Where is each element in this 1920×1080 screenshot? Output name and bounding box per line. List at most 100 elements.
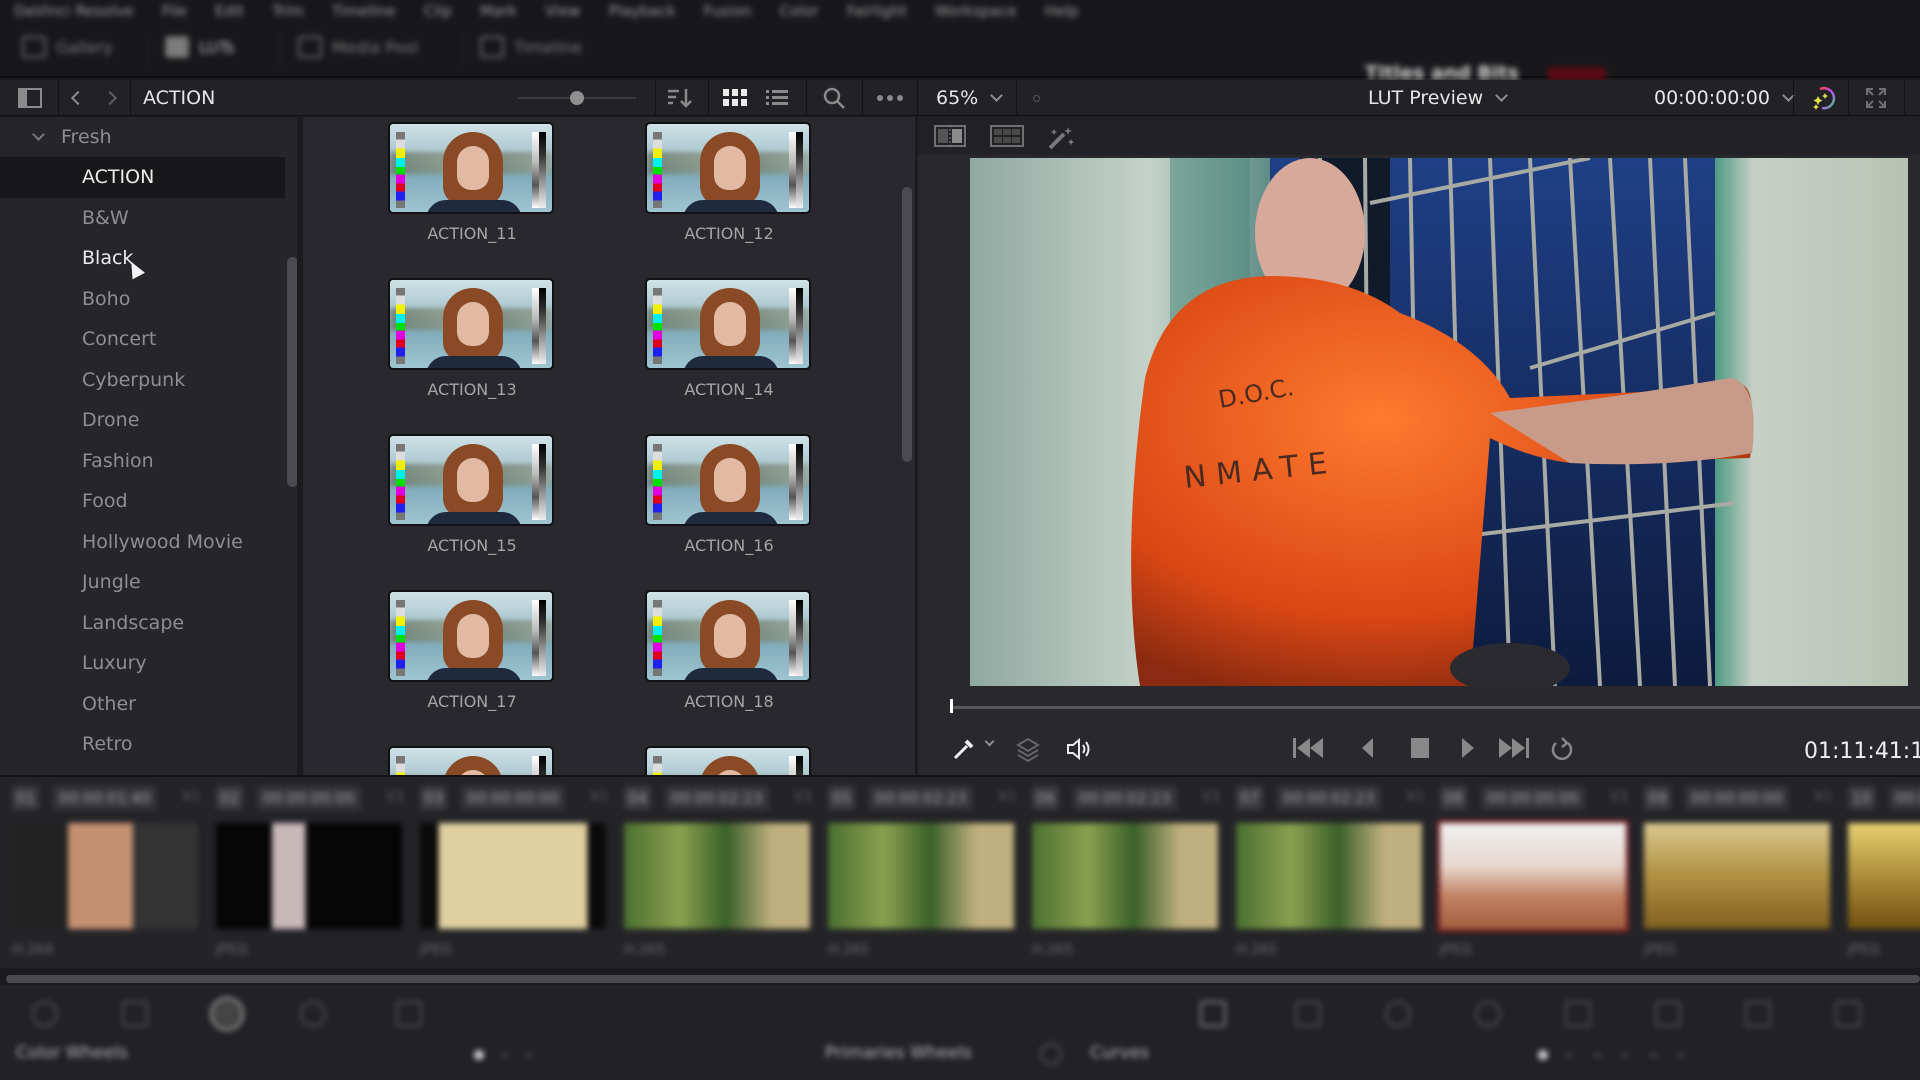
search-button[interactable] <box>816 80 852 116</box>
page-dot[interactable] <box>1622 1052 1628 1058</box>
motion-effects-icon[interactable] <box>396 1001 422 1027</box>
menu-item[interactable]: File <box>162 2 187 20</box>
timeline-clip[interactable]: 08 00:00:00:00 V1 JPEG <box>1428 777 1633 968</box>
loop-button[interactable] <box>1548 737 1576 767</box>
zoom-level-dropdown[interactable]: 65% <box>936 80 1012 116</box>
grid-scrollbar[interactable] <box>902 187 912 462</box>
reset-icon[interactable] <box>1040 1043 1062 1065</box>
timeline-clip[interactable]: 1000:00:00:00V1JPEG <box>1836 777 1920 968</box>
rgb-mixer-icon[interactable] <box>300 1001 326 1027</box>
camera-raw-icon[interactable] <box>32 1001 58 1027</box>
grid-compare-button[interactable] <box>990 125 1024 151</box>
split-screen-button[interactable] <box>934 125 966 151</box>
lut-thumbnail[interactable]: ACTION_15 <box>388 434 556 555</box>
toggle-sidebar-button[interactable] <box>10 80 50 116</box>
lut-thumbnail[interactable]: ACTION_14 <box>645 278 813 399</box>
qualifier-icon[interactable] <box>1385 1001 1411 1027</box>
viewer-mode-dropdown[interactable]: LUT Preview <box>1368 80 1509 116</box>
menu-item[interactable]: Playback <box>609 2 676 20</box>
sidebar-item-drone[interactable]: Drone <box>0 400 285 441</box>
viewer-image[interactable]: D.O.C. NMATE <box>970 158 1908 686</box>
menu-item[interactable]: Fairlight <box>847 2 907 20</box>
lut-thumbnail[interactable] <box>645 746 813 775</box>
menu-item[interactable]: DaVinci Resolve <box>14 2 134 20</box>
back-button[interactable] <box>66 80 90 116</box>
timeline-clip[interactable]: 04 00:00:02:23 V1 H.265 <box>612 777 817 968</box>
page-dot[interactable] <box>502 1052 508 1058</box>
menu-item[interactable]: Timeline <box>332 2 396 20</box>
page-tab-luts[interactable]: LUTs <box>165 36 234 58</box>
sidebar-item-other[interactable]: Other <box>0 684 285 725</box>
timeline-clip[interactable]: 09 00:00:00:00 V1 JPEG <box>1632 777 1837 968</box>
menu-item[interactable]: Trim <box>272 2 304 20</box>
sort-button[interactable] <box>662 80 698 116</box>
sidebar-item-hollywood-movie[interactable]: Hollywood Movie <box>0 522 285 563</box>
menu-item[interactable]: Clip <box>424 2 452 20</box>
page-dot[interactable] <box>1594 1052 1600 1058</box>
timecode-dropdown[interactable]: 00:00:00:00 <box>1654 80 1795 116</box>
lut-thumbnail[interactable]: ACTION_13 <box>388 278 556 399</box>
tracker-icon[interactable] <box>1565 1001 1591 1027</box>
curves-icon[interactable] <box>1200 1001 1226 1027</box>
timeline-clip[interactable]: 03 00:00:00:00 V1 JPEG <box>408 777 613 968</box>
page-tab-timeline[interactable]: Timeline <box>480 36 582 58</box>
thumbnail-size-slider[interactable] <box>518 80 636 116</box>
sidebar-item-landscape[interactable]: Landscape <box>0 603 285 644</box>
color-warper-icon[interactable] <box>1295 1001 1321 1027</box>
sidebar-item-jungle[interactable]: Jungle <box>0 562 285 603</box>
timeline-clip[interactable]: 07 00:00:02:23 V1 H.265 <box>1224 777 1429 968</box>
page-dot[interactable] <box>1650 1052 1656 1058</box>
page-dot-active[interactable] <box>474 1050 484 1060</box>
color-picker-dropdown[interactable] <box>984 736 995 747</box>
forward-button[interactable] <box>98 80 122 116</box>
lut-thumbnail[interactable]: ACTION_18 <box>645 590 813 711</box>
more-options-button[interactable] <box>870 80 910 116</box>
fullscreen-button[interactable] <box>1856 80 1896 116</box>
color-match-icon[interactable] <box>122 1001 148 1027</box>
stop-button[interactable] <box>1410 737 1430 763</box>
lut-thumbnail[interactable]: ACTION_17 <box>388 590 556 711</box>
page-dot[interactable] <box>1566 1052 1572 1058</box>
page-dot[interactable] <box>1678 1052 1684 1058</box>
menu-item[interactable]: Fusion <box>704 2 752 20</box>
sidebar-scrollbar[interactable] <box>287 257 297 487</box>
sidebar-item-cyberpunk[interactable]: Cyberpunk <box>0 360 285 401</box>
timeline-clip[interactable]: 06 00:00:02:23 V1 H.265 <box>1020 777 1225 968</box>
sidebar-item-boho[interactable]: Boho <box>0 279 285 320</box>
sidebar-item-food[interactable]: Food <box>0 481 285 522</box>
slider-handle[interactable] <box>570 91 584 105</box>
folder-group-fresh[interactable]: Fresh <box>0 117 297 157</box>
timeline-clip[interactable]: 02 00:00:00:00 V1 JPEG <box>204 777 409 968</box>
jump-to-start-button[interactable] <box>1292 737 1324 763</box>
menu-item[interactable]: Workspace <box>935 2 1017 20</box>
page-dot[interactable] <box>526 1052 532 1058</box>
clip-strip-scrollbar[interactable] <box>6 975 1920 983</box>
color-picker-button[interactable] <box>952 737 976 765</box>
list-view-button[interactable] <box>760 80 794 116</box>
step-back-button[interactable] <box>1360 737 1376 763</box>
sidebar-item-retro[interactable]: Retro <box>0 724 285 765</box>
grid-view-button[interactable] <box>718 80 752 116</box>
window-icon[interactable] <box>1475 1001 1501 1027</box>
menu-item[interactable]: Mark <box>480 2 517 20</box>
menu-item[interactable]: Help <box>1045 2 1079 20</box>
page-tab-gallery[interactable]: Gallery <box>22 36 113 58</box>
layers-button[interactable] <box>1016 737 1040 767</box>
menu-item[interactable]: View <box>545 2 581 20</box>
magic-wand-button[interactable] <box>1046 125 1076 155</box>
key-icon[interactable] <box>1835 1001 1861 1027</box>
ai-enhance-button[interactable] <box>1800 80 1850 116</box>
page-tab-media-pool[interactable]: Media Pool <box>298 36 418 58</box>
sidebar-item-luxury[interactable]: Luxury <box>0 643 285 684</box>
play-button[interactable] <box>1460 737 1476 763</box>
timeline-clip[interactable]: 01 00:00:01:40 V1 H.264 <box>0 777 205 968</box>
sidebar-item-concert[interactable]: Concert <box>0 319 285 360</box>
sidebar-item-b-w[interactable]: B&W <box>0 198 285 239</box>
primaries-wheels-dropdown[interactable]: Primaries Wheels <box>825 1043 972 1063</box>
timeline-clip[interactable]: 05 00:00:02:23 V1 H.265 <box>816 777 1021 968</box>
blur-icon[interactable] <box>1745 1001 1771 1027</box>
lut-thumbnail[interactable]: ACTION_16 <box>645 434 813 555</box>
lut-thumbnail[interactable]: ACTION_11 <box>388 122 556 243</box>
lut-thumbnail[interactable]: ACTION_12 <box>645 122 813 243</box>
timeline-scrubber[interactable] <box>950 706 1920 709</box>
